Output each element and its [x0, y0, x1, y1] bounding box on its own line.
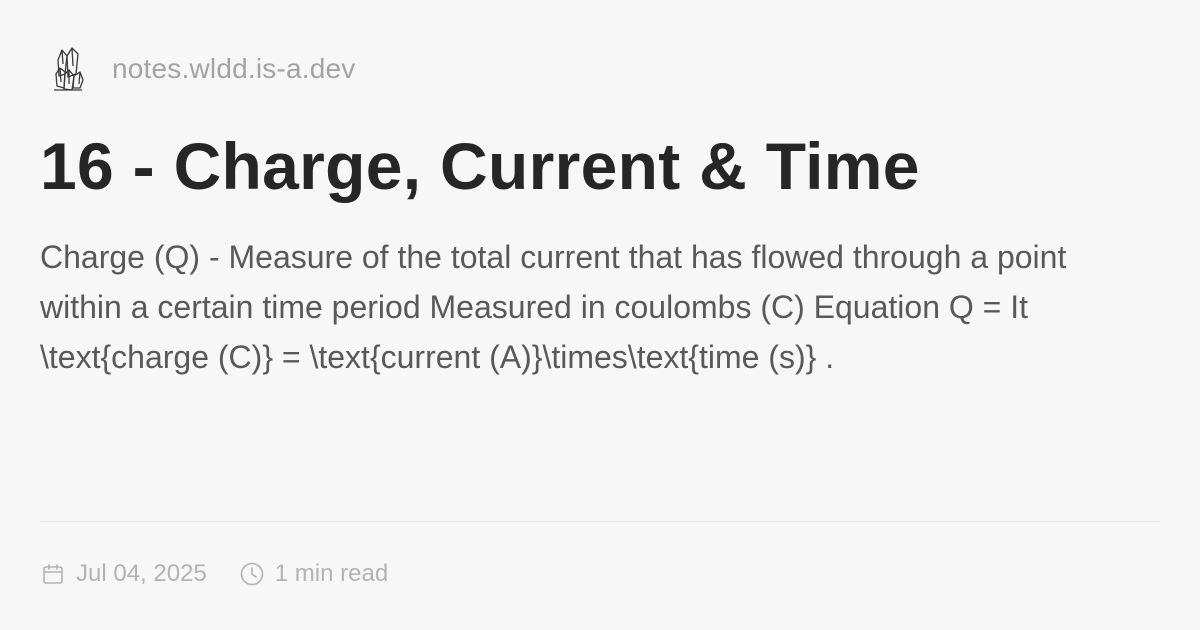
read-time-text: 1 min read — [274, 560, 389, 587]
calendar-icon — [40, 561, 66, 587]
crystal-logo-icon — [48, 42, 88, 96]
clock-icon — [239, 561, 265, 587]
site-header[interactable]: notes.wldd.is-a.dev — [48, 42, 355, 96]
og-card: notes.wldd.is-a.dev 16 - Charge, Current… — [40, 0, 1160, 630]
divider — [40, 521, 1160, 522]
page-title: 16 - Charge, Current & Time — [40, 129, 920, 203]
article-description: Charge (Q) - Measure of the total curren… — [40, 239, 1067, 375]
read-time: 1 min read — [239, 560, 388, 588]
article-meta: Jul 04, 2025 1 min read — [40, 556, 388, 592]
site-name: notes.wldd.is-a.dev — [112, 53, 356, 84]
date-text: Jul 04, 2025 — [76, 560, 207, 587]
publish-date: Jul 04, 2025 — [40, 560, 207, 588]
